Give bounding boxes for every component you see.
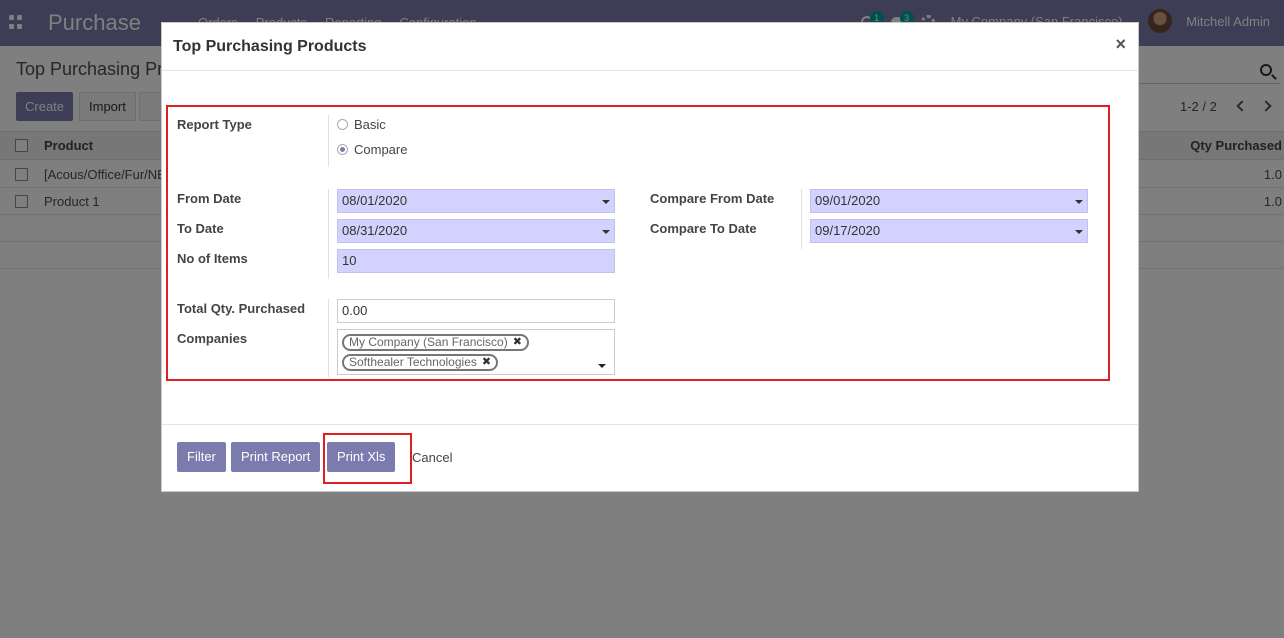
from-date-input[interactable]: 08/01/2020 xyxy=(337,189,615,213)
radio-basic-label: Basic xyxy=(354,117,386,132)
company-tag-label: Softhealer Technologies xyxy=(349,355,477,369)
top-purchasing-dialog: Top Purchasing Products × Report Type Ba… xyxy=(161,22,1139,492)
company-tag-label: My Company (San Francisco) xyxy=(349,335,508,349)
print-report-button[interactable]: Print Report xyxy=(231,442,321,472)
to-date-value: 08/31/2020 xyxy=(342,223,408,238)
compare-from-date-input[interactable]: 09/01/2020 xyxy=(810,189,1088,213)
caret-down-icon[interactable] xyxy=(1075,200,1083,204)
caret-down-icon[interactable] xyxy=(598,364,606,368)
cancel-button[interactable]: Cancel xyxy=(412,450,452,465)
total-qty-input[interactable]: 0.00 xyxy=(337,299,615,323)
radio-basic-circle[interactable] xyxy=(337,119,348,130)
no-of-items-label: No of Items xyxy=(177,251,248,266)
from-date-label: From Date xyxy=(177,191,242,206)
modal-footer: Filter Print Report Print Xls Cancel xyxy=(162,424,1138,491)
caret-down-icon[interactable] xyxy=(602,200,610,204)
compare-to-value: 09/17/2020 xyxy=(815,223,881,238)
modal-title: Top Purchasing Products xyxy=(173,38,367,55)
radio-compare[interactable]: Compare xyxy=(337,142,407,157)
remove-tag-icon[interactable]: ✖ xyxy=(513,336,522,349)
to-date-label: To Date xyxy=(177,221,224,236)
filter-button[interactable]: Filter xyxy=(177,442,226,472)
highlight-box-form xyxy=(166,105,1110,381)
close-icon[interactable]: × xyxy=(1115,34,1126,55)
no-of-items-input[interactable]: 10 xyxy=(337,249,615,273)
radio-compare-circle[interactable] xyxy=(337,144,348,155)
company-tag: Softhealer Technologies ✖ xyxy=(342,354,499,371)
divider xyxy=(801,189,802,249)
highlight-box-print-xls xyxy=(323,433,412,484)
caret-down-icon[interactable] xyxy=(602,230,610,234)
report-type-label: Report Type xyxy=(177,117,252,132)
to-date-input[interactable]: 08/31/2020 xyxy=(337,219,615,243)
companies-tags-input[interactable]: My Company (San Francisco) ✖ Softhealer … xyxy=(337,329,615,375)
compare-to-date-label: Compare To Date xyxy=(650,221,757,236)
compare-from-value: 09/01/2020 xyxy=(815,193,881,208)
from-date-value: 08/01/2020 xyxy=(342,193,408,208)
divider xyxy=(328,299,329,377)
radio-compare-label: Compare xyxy=(354,142,408,157)
companies-label: Companies xyxy=(177,331,248,346)
compare-to-date-input[interactable]: 09/17/2020 xyxy=(810,219,1088,243)
radio-basic[interactable]: Basic xyxy=(337,117,386,132)
divider xyxy=(328,189,329,279)
divider xyxy=(328,115,329,167)
total-qty-label: Total Qty. Purchased xyxy=(177,301,306,316)
compare-from-date-label: Compare From Date xyxy=(650,191,775,206)
no-of-items-value: 10 xyxy=(342,253,357,268)
remove-tag-icon[interactable]: ✖ xyxy=(482,356,491,369)
company-tag: My Company (San Francisco) ✖ xyxy=(342,334,529,351)
modal-header: Top Purchasing Products × xyxy=(162,23,1138,71)
caret-down-icon[interactable] xyxy=(1075,230,1083,234)
total-qty-value: 0.00 xyxy=(342,303,368,318)
